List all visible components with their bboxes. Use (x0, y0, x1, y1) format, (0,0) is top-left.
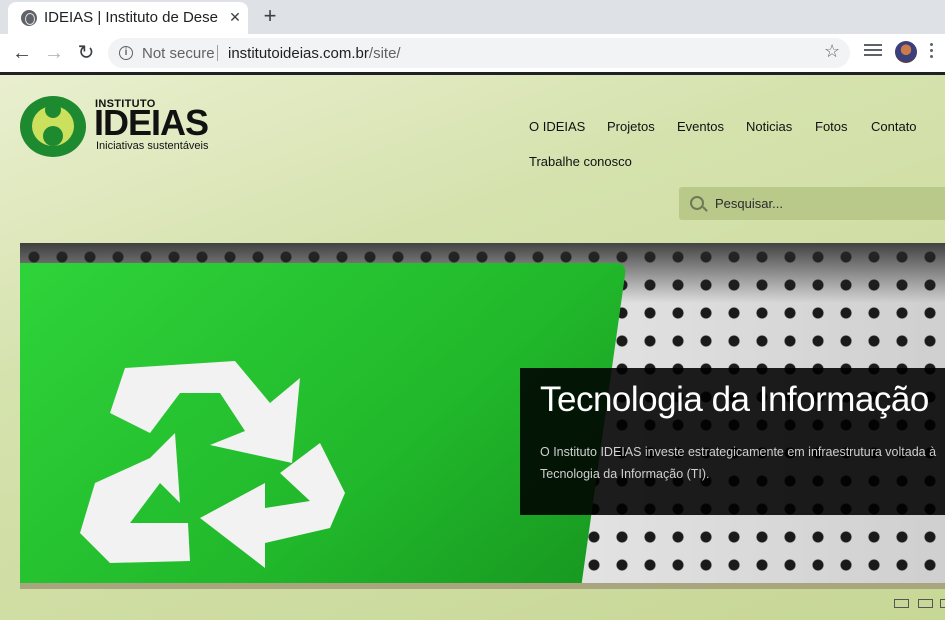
back-icon[interactable]: ← (10, 41, 34, 65)
slide-text: O Instituto IDEIAS investe estrategicame… (540, 445, 937, 481)
address-bar[interactable]: i Not secure institutoideias.com.br/site… (108, 38, 850, 68)
slider-bottom-bar (20, 583, 945, 589)
browser-toolbar: ← → ↻ i Not secure institutoideias.com.b… (0, 34, 945, 75)
logo-name: IDEIAS (94, 102, 209, 143)
forward-icon[interactable]: → (42, 41, 66, 65)
search-box (679, 187, 945, 220)
nav-fotos[interactable]: Fotos (815, 119, 848, 134)
nav-o-ideias[interactable]: O IDEIAS (529, 119, 585, 134)
search-icon[interactable] (690, 196, 704, 210)
media-icon[interactable] (864, 44, 882, 58)
slider-dot[interactable] (940, 599, 945, 608)
slide-title[interactable]: Tecnologia da Informação (540, 380, 929, 420)
url-host: institutoideias.com.br (228, 45, 369, 62)
hero-slider[interactable]: Tecnologia da Informação O Instituto IDE… (20, 243, 945, 583)
slider-dot[interactable] (894, 599, 909, 608)
logo-mark-icon (20, 96, 86, 157)
url-path: /site/ (368, 45, 401, 62)
avatar[interactable] (895, 41, 917, 63)
nav-trabalhe-conosco[interactable]: Trabalhe conosco (529, 154, 632, 169)
page: INSTITUTO IDEIAS Iniciativas sustentávei… (0, 75, 945, 620)
tab-title: IDEIAS | Instituto de Dese (44, 9, 218, 26)
search-input[interactable] (715, 194, 935, 212)
nav-projetos[interactable]: Projetos (607, 119, 655, 134)
plus-icon[interactable]: + (258, 4, 282, 28)
slide-caption: Tecnologia da Informação O Instituto IDE… (520, 368, 945, 515)
tab-strip: IDEIAS | Instituto de Dese ✕ + (0, 0, 945, 34)
browser-tab[interactable]: IDEIAS | Instituto de Dese ✕ (8, 2, 248, 34)
globe-icon (21, 10, 37, 26)
logo[interactable]: INSTITUTO IDEIAS Iniciativas sustentávei… (20, 96, 220, 160)
menu-icon[interactable] (930, 43, 934, 61)
slider-dot[interactable] (918, 599, 933, 608)
logo-tagline: Iniciativas sustentáveis (96, 140, 209, 152)
close-icon[interactable]: ✕ (226, 8, 244, 26)
info-icon[interactable]: i (119, 46, 133, 60)
nav-eventos[interactable]: Eventos (677, 119, 724, 134)
reload-icon[interactable]: ↻ (74, 41, 98, 65)
star-icon[interactable]: ☆ (824, 41, 840, 62)
url[interactable]: institutoideias.com.br/site/ (228, 45, 401, 62)
divider (217, 45, 218, 61)
security-label[interactable]: Not secure (142, 45, 215, 62)
nav-noticias[interactable]: Noticias (746, 119, 792, 134)
nav-contato[interactable]: Contato (871, 119, 917, 134)
recycle-icon (80, 361, 345, 568)
